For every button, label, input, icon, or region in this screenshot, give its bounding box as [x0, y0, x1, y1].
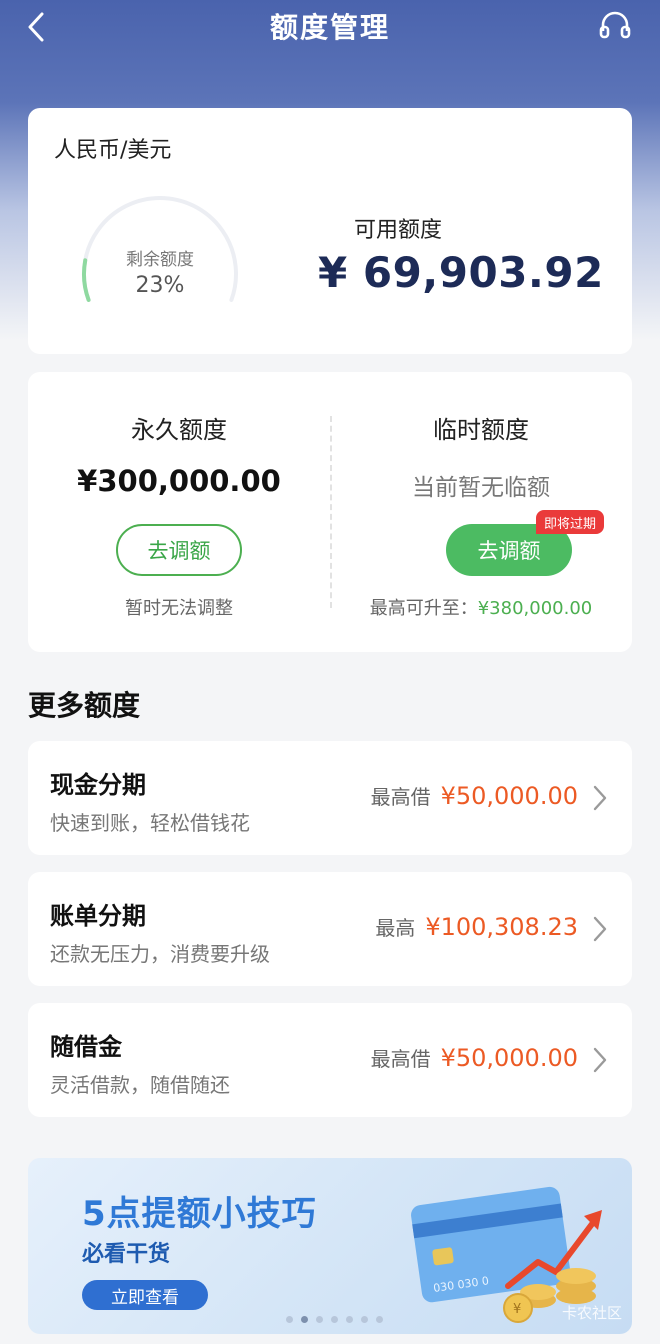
banner-title: 5点提额小技巧	[82, 1194, 317, 1234]
temporary-limit-note: 最高可升至：¥380,000.00	[330, 594, 632, 620]
list-item-flexible-loan[interactable]: 随借金 灵活借款，随借随还 最高借 ¥50,000.00	[28, 1003, 632, 1117]
list-item-amount: ¥100,308.23	[425, 913, 578, 941]
carousel-dot	[331, 1316, 338, 1323]
permanent-limit-amount: ¥300,000.00	[77, 464, 281, 498]
list-item-value: 最高借 ¥50,000.00	[371, 1043, 578, 1072]
list-item-subtitle: 灵活借款，随借随还	[50, 1073, 230, 1097]
temporary-note-prefix: 最高可升至：	[369, 598, 478, 619]
carousel-dot	[361, 1316, 368, 1323]
page-title: 额度管理	[269, 11, 390, 44]
expiring-badge: 即将过期	[536, 510, 605, 534]
list-item-amount: ¥50,000.00	[440, 1044, 578, 1072]
carousel-dot	[376, 1316, 383, 1323]
back-arrow-icon[interactable]	[22, 10, 52, 44]
temporary-limit-title: 临时额度	[433, 416, 529, 444]
coin-yen-glyph: ¥	[513, 1302, 521, 1317]
list-item-value: 最高借 ¥50,000.00	[371, 781, 578, 810]
carousel-dot	[346, 1316, 353, 1323]
permanent-limit-note: 暂时无法调整	[125, 598, 233, 619]
promo-banner[interactable]: 5点提额小技巧 必看干货 立即查看 030 030 0 ¥ 卡农社区	[28, 1158, 632, 1334]
list-item-value: 最高 ¥100,308.23	[375, 912, 578, 941]
list-item-prefix: 最高借	[370, 785, 431, 809]
list-item-subtitle: 快速到账，轻松借钱花	[50, 811, 250, 835]
chevron-right-icon	[593, 1047, 607, 1073]
carousel-indicator	[286, 1316, 383, 1323]
list-item-title: 账单分期	[50, 902, 146, 930]
more-limits-title: 更多额度	[28, 689, 141, 722]
available-amount: ¥ 69,903.92	[318, 248, 604, 297]
limit-types-card: 永久额度 ¥300,000.00 去调额 暂时无法调整 临时额度 当前暂无临额 …	[28, 372, 632, 652]
list-item-amount: ¥50,000.00	[440, 782, 578, 810]
list-item-title: 随借金	[50, 1033, 122, 1061]
carousel-dot	[286, 1316, 293, 1323]
remaining-label: 剩余额度	[126, 250, 194, 270]
currency-label: 人民币/美元	[54, 138, 172, 163]
watermark-text: 卡农社区	[561, 1304, 622, 1322]
temporary-limit-status: 当前暂无临额	[412, 475, 550, 501]
remaining-percent: 23%	[135, 273, 185, 298]
permanent-limit-title: 永久额度	[131, 416, 227, 444]
list-item-prefix: 最高	[375, 916, 416, 940]
banner-subtitle: 必看干货	[82, 1242, 171, 1267]
temporary-note-value: ¥380,000.00	[477, 598, 593, 619]
chevron-right-icon	[593, 916, 607, 942]
headset-icon[interactable]	[598, 9, 632, 43]
nav-bar: 额度管理	[0, 0, 660, 52]
chevron-right-icon	[593, 785, 607, 811]
list-item-bill-installment[interactable]: 账单分期 还款无压力，消费要升级 最高 ¥100,308.23	[28, 872, 632, 986]
list-item-subtitle: 还款无压力，消费要升级	[50, 942, 270, 966]
limit-summary-card: 人民币/美元 剩余额度 23% 可用额度 ¥ 69,903.92	[28, 108, 632, 354]
list-item-title: 现金分期	[50, 771, 146, 799]
temporary-limit-section: 临时额度 当前暂无临额 去调额 即将过期 最高可升至：¥380,000.00	[330, 372, 632, 652]
carousel-dot	[316, 1316, 323, 1323]
list-item-cash-installment[interactable]: 现金分期 快速到账，轻松借钱花 最高借 ¥50,000.00	[28, 741, 632, 855]
list-item-prefix: 最高借	[370, 1047, 431, 1071]
permanent-limit-section: 永久额度 ¥300,000.00 去调额 暂时无法调整	[28, 372, 330, 652]
adjust-permanent-button[interactable]: 去调额	[116, 524, 242, 576]
view-now-button[interactable]: 立即查看	[82, 1280, 208, 1310]
available-label: 可用额度	[354, 218, 443, 243]
carousel-dot-active	[301, 1316, 308, 1323]
